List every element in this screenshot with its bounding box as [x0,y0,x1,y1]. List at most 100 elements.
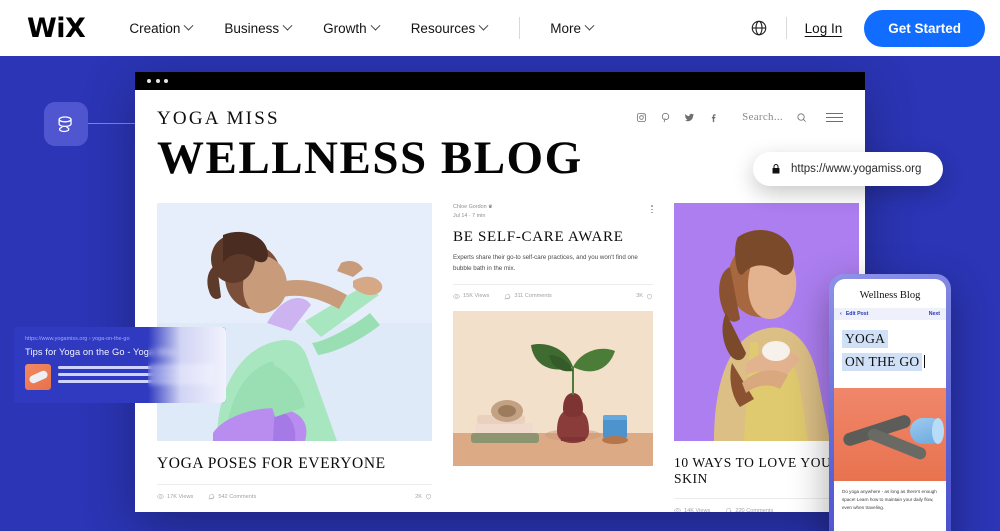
phone-post-caption: Do yoga anywhere - as long as there's en… [842,489,937,511]
post-meta: Jul 14 · 7 min [453,213,486,220]
site-header: YOGA MISS Search... [157,90,843,130]
views-count: 15K Views [463,293,490,300]
blog-posts-grid: YOGA POSES FOR EVERYONE 17K Views 542 Co… [157,203,859,512]
text-caret [924,355,926,368]
hero-line-2: ON THE GO [842,353,923,371]
phone-post-image[interactable] [834,388,946,481]
connector-line [88,123,140,125]
nav-item-more[interactable]: More [550,20,595,36]
nav-item-label: Creation [129,20,181,36]
chevron-down-icon [584,20,595,31]
site-brand[interactable]: YOGA MISS [157,108,280,130]
url-address-pill[interactable]: https://www.yogamiss.org [753,152,944,186]
chevron-down-icon [183,20,194,31]
views-count: 14K Views [684,507,711,512]
post-excerpt: Experts share their go-to self-care prac… [453,254,638,272]
crown-icon: ♛ [488,204,493,211]
comments-count: 542 Comments [218,493,257,500]
comments-count: 311 Comments [514,293,552,300]
views-icon [453,294,460,299]
likes-stat[interactable]: 2K [415,493,432,500]
comments-stat: 311 Comments [504,293,552,300]
get-started-button[interactable]: Get Started [864,9,985,47]
views-count: 17K Views [167,493,194,500]
heart-icon[interactable] [425,493,432,500]
nav-divider [785,17,787,39]
post-title[interactable]: BE SELF-CARE AWARE [453,229,653,246]
hero-line-1: YOGA [842,330,889,348]
post-image[interactable] [157,203,432,442]
nav-item-resources[interactable]: Resources [410,20,489,36]
blog-post-card-middle[interactable]: Chloe Gordon ♛ Jul 14 · 7 min BE SELF-CA… [453,203,653,512]
author-name-row: Chloe Gordon ♛ [453,203,493,212]
heart-icon[interactable] [646,293,653,300]
nav-item-label: More [550,20,581,36]
pinterest-icon[interactable] [660,112,671,123]
divider [453,283,653,285]
post-title[interactable]: YOGA POSES FOR EVERYONE [157,455,432,473]
views-icon [157,494,164,500]
search-result-card[interactable]: https://www.yogamiss.org › yoga-on-the-g… [14,327,226,403]
views-stat: 17K Views [157,493,193,500]
more-options-icon[interactable] [651,203,653,214]
top-navigation-bar: WiX Creation Business Growth Resources M… [0,0,1000,56]
nav-item-growth[interactable]: Growth [323,20,381,36]
post-image[interactable] [453,310,653,466]
phone-mockup: Wellness Blog ‹ Edit Post Next YOGA ON T… [829,274,951,531]
search-result-thumbnail [25,364,51,390]
blog-site-content: YOGA MISS Search... WELLNESS BLOG YOGA P… [135,90,865,512]
browser-window-mockup: YOGA MISS Search... WELLNESS BLOG YOGA P… [135,72,865,512]
window-dot [155,79,160,83]
likes-count: 3K [636,293,643,300]
search-icon[interactable] [796,112,807,123]
next-button[interactable]: Next [929,311,940,317]
chevron-down-icon [370,20,381,31]
post-stats: 15K Views 311 Comments 3K [453,293,653,300]
window-dot [164,79,168,83]
post-author-row: Chloe Gordon ♛ Jul 14 · 7 min [453,203,653,220]
phone-edit-bar: ‹ Edit Post Next [834,308,946,320]
window-dot [147,79,151,83]
nav-divider [519,17,521,39]
post-author: Chloe Gordon ♛ Jul 14 · 7 min [453,203,493,220]
wix-logo[interactable]: WiX [27,15,86,42]
comment-icon [209,494,215,501]
nav-item-creation[interactable]: Creation [129,20,194,36]
main-nav-items: Creation Business Growth Resources More [129,17,625,39]
chevron-left-icon[interactable]: ‹ [840,311,842,317]
views-stat: 15K Views [453,293,489,300]
comments-stat: 542 Comments [208,493,257,501]
phone-screen: Wellness Blog ‹ Edit Post Next YOGA ON T… [834,279,946,531]
views-icon [674,508,681,512]
comments-stat: 220 Comments [725,507,773,512]
twitter-icon[interactable] [684,112,695,123]
globe-icon[interactable] [750,19,768,37]
nav-item-business[interactable]: Business [224,20,293,36]
page-title: WELLNESS BLOG [157,132,583,184]
nav-item-label: Resources [410,20,476,36]
nav-right-group: Log In Get Started [750,9,985,47]
search-input[interactable]: Search... [742,111,783,123]
comment-icon [505,293,511,300]
facebook-icon[interactable] [708,112,719,123]
nav-item-label: Business [224,20,280,36]
hero-canvas: YOGA MISS Search... WELLNESS BLOG YOGA P… [0,56,1000,531]
likes-stat[interactable]: 3K [636,293,653,300]
site-header-right: Search... [636,108,843,123]
browser-title-bar [135,72,865,90]
instagram-icon[interactable] [636,112,647,123]
comments-count: 220 Comments [735,507,774,512]
phone-hero-text[interactable]: YOGA ON THE GO [834,320,946,388]
author-name[interactable]: Chloe Gordon [453,204,487,210]
url-text: https://www.yogamiss.org [791,163,922,175]
post-stats: 17K Views 542 Comments 2K [157,493,432,501]
views-stat: 14K Views [674,507,710,512]
hamburger-menu-icon[interactable] [826,112,843,122]
edit-post-label[interactable]: Edit Post [846,311,868,317]
nav-item-label: Growth [323,20,367,36]
login-link[interactable]: Log In [805,21,843,36]
database-badge[interactable] [44,102,88,146]
likes-count: 2K [415,493,422,500]
chevron-down-icon [282,20,293,31]
phone-app-title: Wellness Blog [859,290,921,301]
